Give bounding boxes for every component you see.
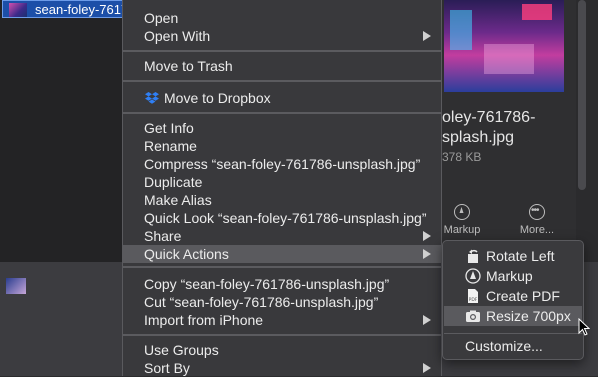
file-thumbnail-2	[6, 278, 26, 294]
menu-item-quick-look[interactable]: Quick Look “sean-foley-761786-unsplash.j…	[123, 209, 441, 227]
menu-item-rename[interactable]: Rename	[123, 137, 441, 155]
preview-more-label: More...	[519, 224, 555, 236]
context-menu: Open Open With Move to Trash Move to Dro…	[122, 0, 442, 376]
submenu-item-rotate-left[interactable]: Rotate Left	[444, 246, 582, 266]
file-thumbnail	[9, 3, 27, 17]
submenu-item-resize-700px[interactable]: Resize 700px	[444, 306, 582, 326]
svg-text:PDF: PDF	[469, 297, 478, 303]
menu-item-cut[interactable]: Cut “sean-foley-761786-unsplash.jpg”	[123, 293, 441, 311]
pdf-icon: PDF	[468, 289, 478, 303]
menu-separator	[123, 266, 441, 268]
menu-item-compress[interactable]: Compress “sean-foley-761786-unsplash.jpg…	[123, 155, 441, 173]
menu-item-duplicate[interactable]: Duplicate	[123, 173, 441, 191]
menu-item-copy[interactable]: Copy “sean-foley-761786-unsplash.jpg”	[123, 275, 441, 293]
submenu-item-create-pdf[interactable]: PDF Create PDF	[444, 286, 582, 306]
preview-title: oley-761786- splash.jpg	[442, 108, 572, 148]
menu-item-share[interactable]: Share	[123, 227, 441, 245]
submenu-item-markup[interactable]: Markup	[444, 266, 582, 286]
submenu-arrow-icon	[423, 31, 431, 41]
preview-size: 378 KB	[442, 150, 482, 164]
preview-title-line: oley-761786-	[442, 109, 536, 126]
menu-item-import-from-iphone[interactable]: Import from iPhone	[123, 311, 441, 329]
submenu-arrow-icon	[423, 249, 431, 259]
markup-icon	[454, 204, 470, 220]
preview-markup-label: Markup	[443, 224, 481, 236]
rotate-left-icon	[468, 249, 478, 263]
camera-icon	[466, 310, 480, 322]
menu-item-open-with[interactable]: Open With	[123, 27, 441, 45]
markup-icon	[465, 268, 481, 284]
submenu-arrow-icon	[423, 315, 431, 325]
submenu-separator	[444, 333, 582, 334]
menu-item-get-info[interactable]: Get Info	[123, 119, 441, 137]
menu-item-quick-actions[interactable]: Quick Actions	[123, 245, 441, 263]
menu-separator	[123, 80, 441, 82]
menu-item-use-groups[interactable]: Use Groups	[123, 341, 441, 359]
dropbox-icon	[145, 92, 159, 104]
preview-title-line: splash.jpg	[442, 129, 515, 146]
submenu-item-customize[interactable]: Customize...	[444, 336, 582, 356]
mouse-cursor-icon	[578, 318, 590, 336]
menu-separator	[123, 50, 441, 52]
menu-separator	[123, 334, 441, 336]
menu-separator	[123, 112, 441, 114]
menu-item-open[interactable]: Open	[123, 9, 441, 27]
menu-item-move-to-trash[interactable]: Move to Trash	[123, 57, 441, 75]
preview-image	[444, 0, 564, 92]
submenu-arrow-icon	[423, 231, 431, 241]
submenu-arrow-icon	[423, 363, 431, 373]
preview-scrollbar[interactable]	[578, 0, 586, 190]
preview-more-button[interactable]: ••• More...	[507, 204, 567, 236]
menu-item-sort-by[interactable]: Sort By	[123, 359, 441, 377]
quick-actions-submenu: Rotate Left Markup PDF Create PDF Resize…	[442, 240, 584, 360]
more-icon: •••	[529, 204, 545, 220]
menu-item-make-alias[interactable]: Make Alias	[123, 191, 441, 209]
menu-item-move-to-dropbox[interactable]: Move to Dropbox	[123, 89, 441, 107]
